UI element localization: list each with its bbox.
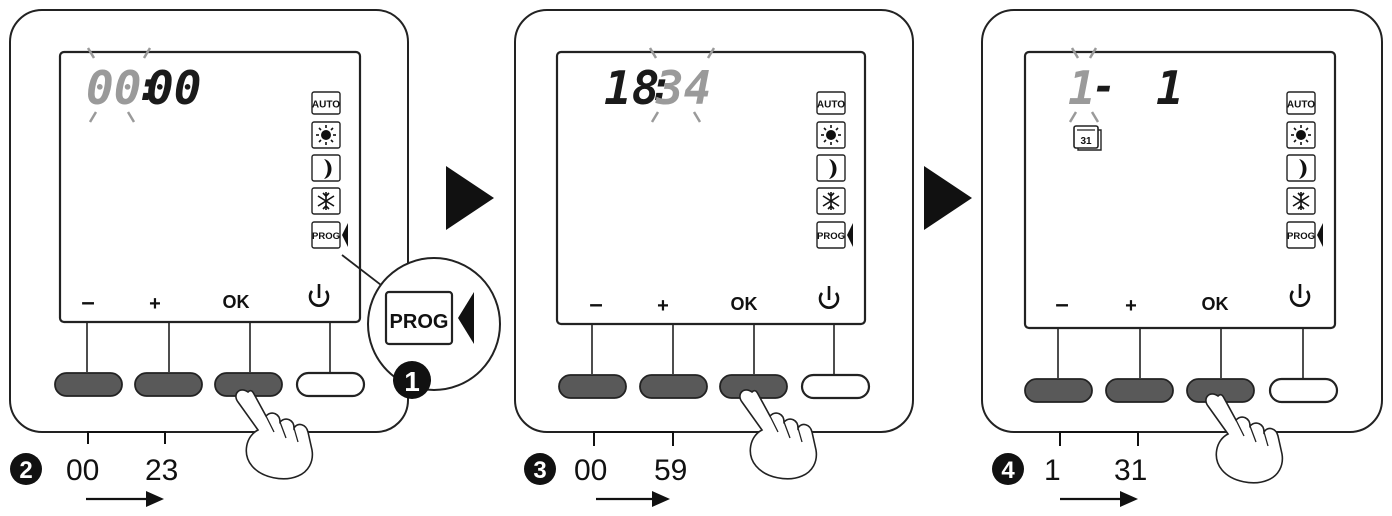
calendar-label: 31 (1080, 136, 1092, 147)
range-arrow (86, 491, 164, 507)
callout-prog-label: PROG (390, 311, 449, 333)
plus-button[interactable] (134, 372, 203, 397)
power-button[interactable] (295, 371, 366, 398)
ok-label: OK (223, 292, 250, 312)
panel-minutes: 18 : 34 – + OK 3 00 59 (514, 9, 914, 507)
panel-hours: 00 : 00 – + OK 2 00 23 (9, 9, 409, 507)
panel-day: 1 - 1 31 – + OK 4 1 31 (981, 9, 1383, 507)
plus-button[interactable] (1105, 378, 1174, 403)
range-bracket (593, 431, 674, 446)
programming-steps-diagram: AUTO PROG 00 : (9, 9, 1383, 507)
power-button[interactable] (1268, 377, 1339, 404)
digit-separator: - (1092, 64, 1116, 110)
range-bracket (1059, 431, 1139, 446)
next-arrow (446, 166, 494, 230)
range-to: 59 (654, 454, 687, 487)
ok-label: OK (731, 294, 758, 314)
solid-digits: 00 (146, 61, 201, 115)
range-to: 23 (145, 454, 178, 487)
range-arrow (596, 491, 670, 507)
minus-button[interactable] (54, 372, 123, 397)
minus-button[interactable] (1024, 378, 1093, 403)
range-to: 31 (1114, 454, 1147, 487)
calendar-icon: 31 (1073, 125, 1102, 151)
range-from: 1 (1044, 454, 1061, 487)
minus-label: – (1055, 291, 1068, 318)
next-arrow (924, 166, 972, 230)
plus-label: + (1125, 295, 1137, 317)
ok-label: OK (1202, 294, 1229, 314)
callout-step-number: 1 (404, 366, 420, 397)
minus-label: – (81, 289, 94, 316)
minus-button[interactable] (558, 374, 627, 399)
plus-label: + (657, 295, 669, 317)
step-number: 2 (19, 457, 32, 484)
power-button[interactable] (800, 373, 871, 400)
step-number: 4 (1001, 457, 1015, 484)
minus-label: – (589, 291, 602, 318)
range-from: 00 (574, 454, 607, 487)
step-number: 3 (533, 457, 546, 484)
solid-digits: 1 (1156, 61, 1184, 115)
plus-button[interactable] (639, 374, 708, 399)
blink-digits: 34 (655, 61, 711, 115)
range-arrow (1060, 491, 1138, 507)
range-bracket (87, 431, 166, 444)
plus-label: + (149, 293, 161, 315)
blink-digits: 00 (86, 61, 141, 115)
range-from: 00 (66, 454, 99, 487)
